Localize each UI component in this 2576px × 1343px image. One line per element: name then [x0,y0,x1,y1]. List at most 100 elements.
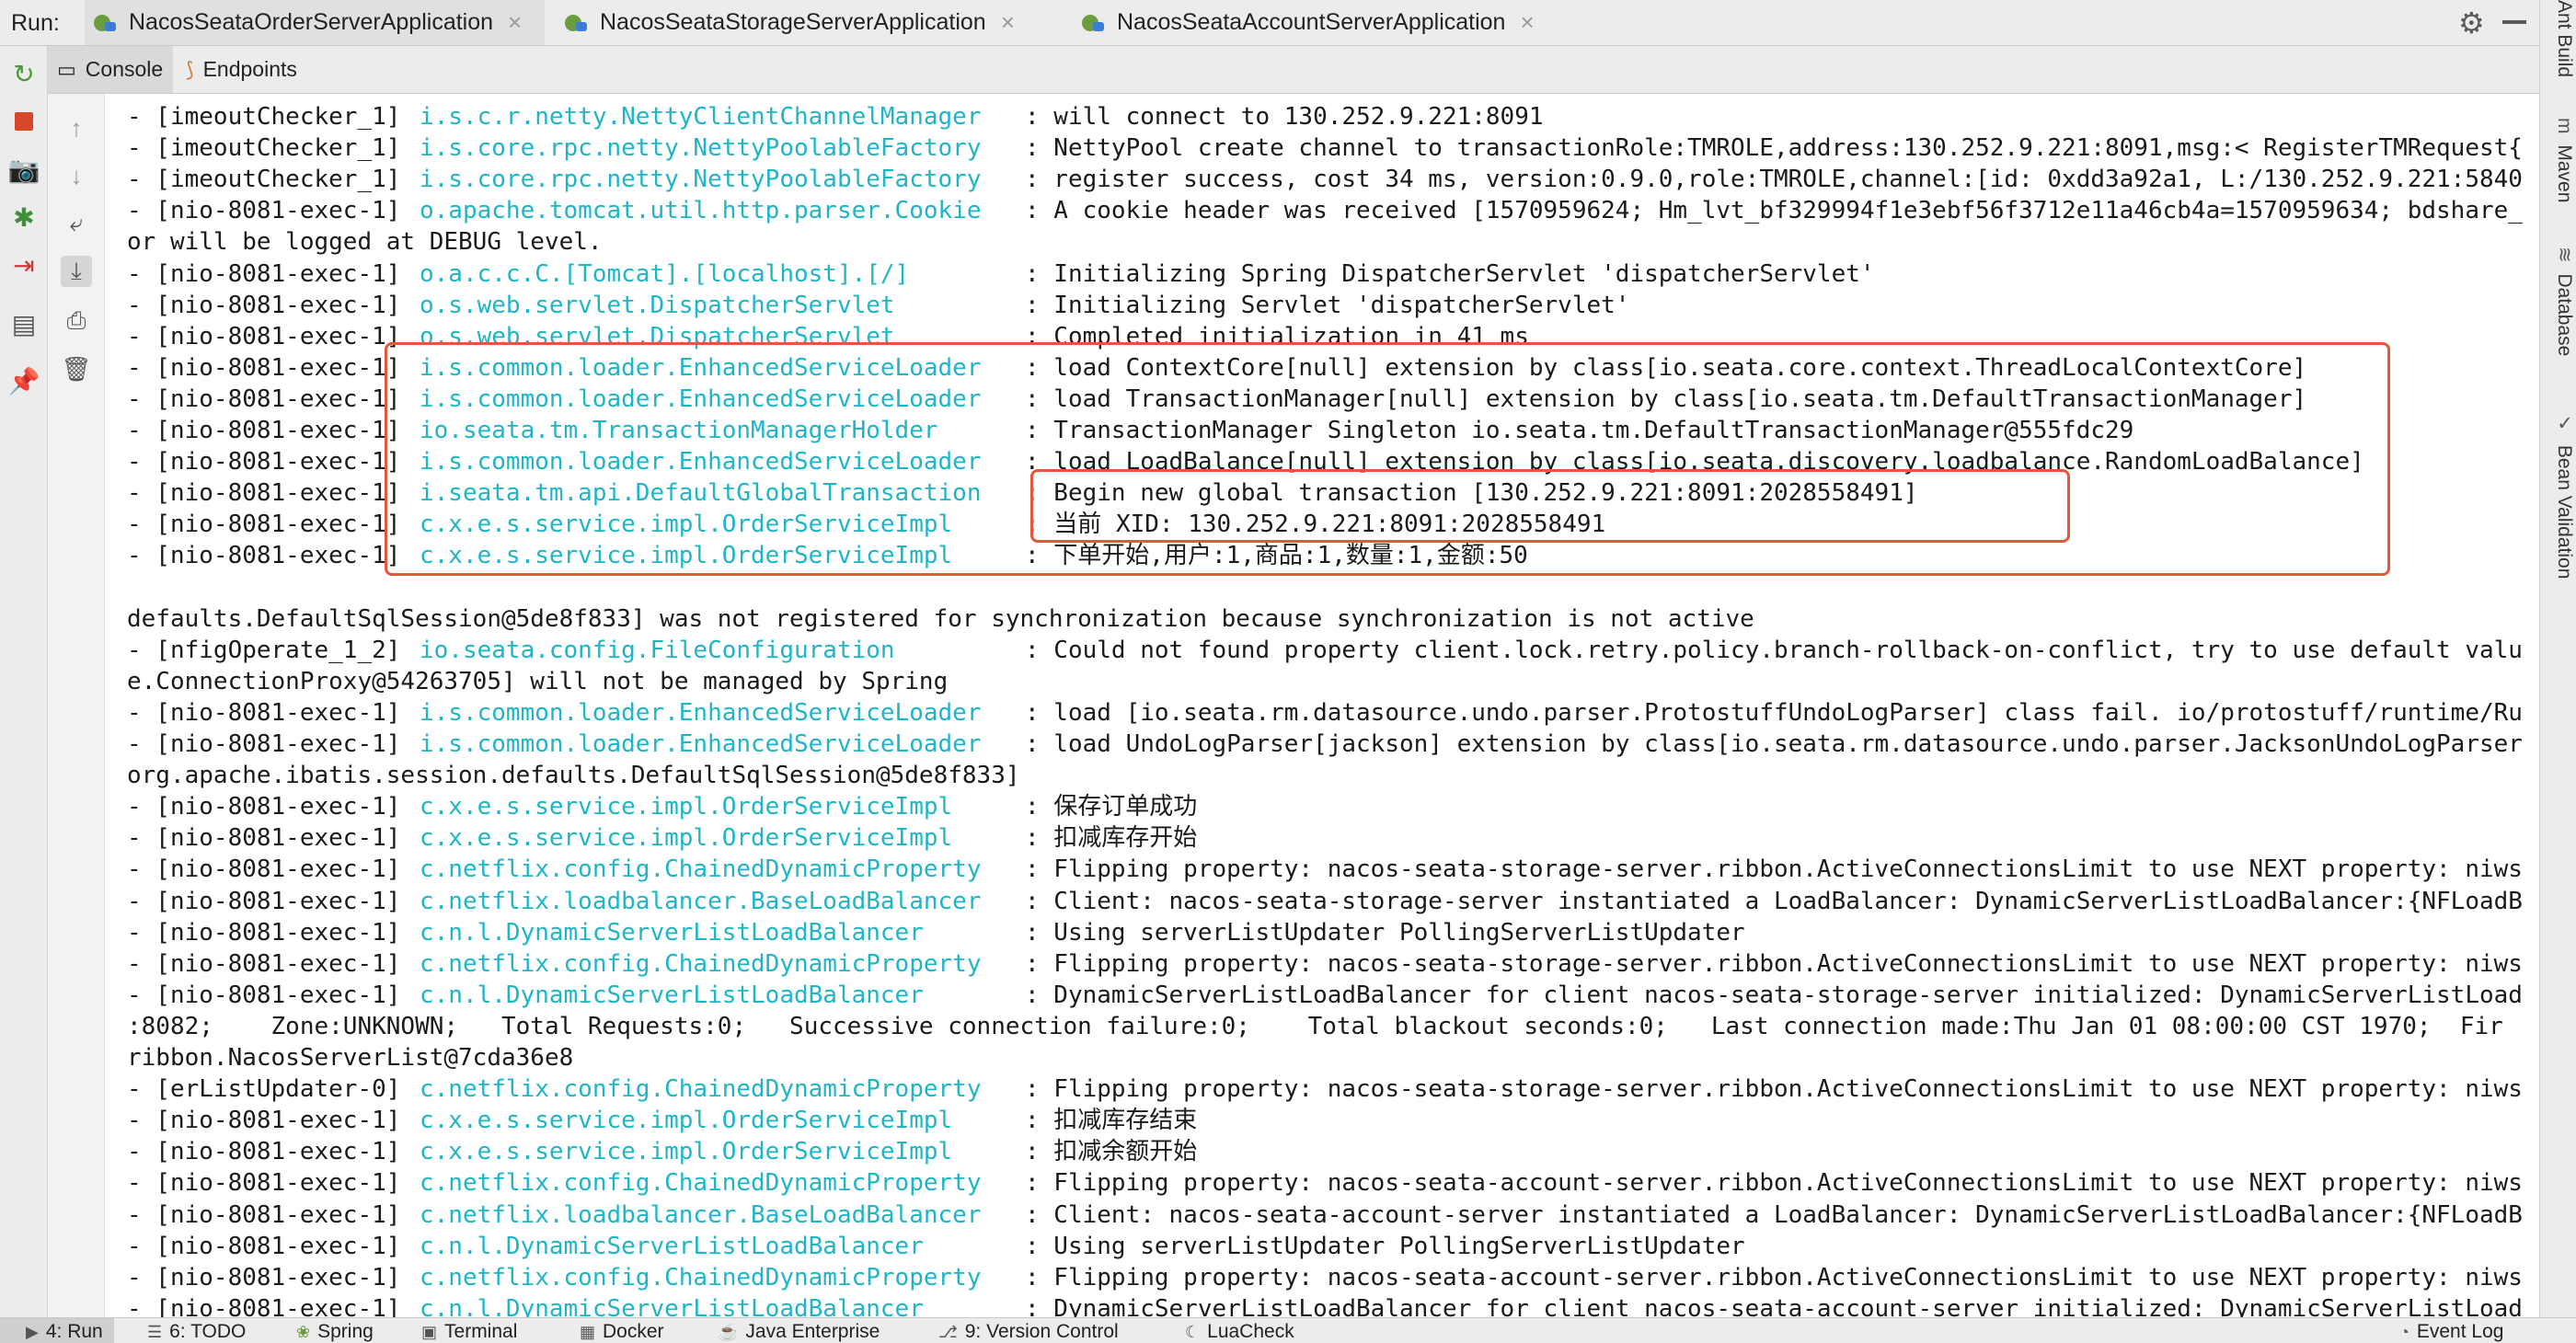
tool-luacheck[interactable]: ☾ LuaCheck [1185,1318,1294,1343]
log-message: : load UndoLogParser[jackson] extension … [1025,730,2523,758]
spring-boot-app-icon [565,13,589,33]
stop-icon[interactable] [9,107,39,136]
scroll-to-end-icon[interactable]: ⤓ [61,256,92,287]
tool-java-enterprise[interactable]: ☕ Java Enterprise [718,1318,880,1343]
run-tab-order-server[interactable]: NacosSeataOrderServerApplication × [85,0,545,45]
log-thread: - [nio-8081-exec-1] [127,291,401,319]
minimize-icon[interactable] [2502,20,2526,24]
run-tab-label: NacosSeataStorageServerApplication [600,9,986,35]
tool-docker[interactable]: ▦ Docker [580,1318,664,1343]
log-thread: - [nio-8081-exec-1] [127,542,401,570]
console-side-toolbar: ↑ ↓ ⤶ ⤓ ⎙ 🗑 [48,94,105,1317]
log-logger[interactable]: c.netflix.loadbalancer.BaseLoadBalancer [420,886,981,917]
log-logger[interactable]: o.apache.tomcat.util.http.parser.Cookie [420,195,981,226]
log-logger[interactable]: i.s.common.loader.EnhancedServiceLoader [420,729,981,760]
log-logger[interactable]: i.s.common.loader.EnhancedServiceLoader [420,697,981,729]
highlight-box-inner [1030,469,2070,543]
console-icon: ▭ [57,57,76,81]
log-logger[interactable]: c.netflix.loadbalancer.BaseLoadBalancer [420,1200,981,1231]
log-thread: - [nio-8081-exec-1] [127,353,401,382]
close-icon[interactable]: × [1001,8,1015,37]
tool-maven[interactable]: m Maven [2542,118,2575,202]
log-logger[interactable]: c.n.l.DynamicServerListLoadBalancer [420,1231,924,1262]
log-logger[interactable]: i.s.c.r.netty.NettyClientChannelManager [420,101,981,132]
log-thread: - [nio-8081-exec-1] [127,1138,401,1166]
log-logger[interactable]: c.x.e.s.service.impl.OrderServiceImpl [420,822,952,854]
pin-icon[interactable]: 📌 [8,366,40,396]
tool-ant-build[interactable]: Ant Build [2542,0,2575,77]
log-logger[interactable]: io.seata.config.FileConfiguration [420,635,895,666]
print-icon[interactable]: ⎙ [61,305,92,337]
tool-label: 6: TODO [169,1321,247,1342]
log-logger[interactable]: o.s.web.servlet.DispatcherServlet [420,290,895,321]
log-continuation: :8082; Zone:UNKNOWN; Total Requests:0; S… [127,1012,2503,1040]
rerun-icon[interactable]: ↻ [9,59,39,88]
tab-console[interactable]: ▭ Console [48,46,173,93]
down-arrow-icon[interactable]: ↓ [61,160,92,191]
run-tab-label: NacosSeataOrderServerApplication [129,9,494,35]
log-thread: - [nio-8081-exec-1] [127,385,401,413]
log-message: : Using serverListUpdater PollingServerL… [1025,1232,1745,1260]
console-output[interactable]: - [imeoutChecker_1] i.s.c.r.netty.NettyCl… [105,94,2539,1317]
log-thread: - [nio-8081-exec-1] [127,479,401,508]
up-arrow-icon[interactable]: ↑ [61,112,92,143]
log-logger[interactable]: i.s.core.rpc.netty.NettyPoolableFactory [420,164,981,195]
log-continuation: or will be logged at DEBUG level. [127,228,603,257]
terminal-icon: ▣ [421,1323,438,1341]
close-icon[interactable]: × [508,8,522,37]
close-icon[interactable]: × [1520,8,1534,37]
camera-icon[interactable]: 📷 [8,155,40,184]
tool-bean-validation[interactable]: ✓ Bean Validation [2542,412,2575,579]
log-thread: - [nio-8081-exec-1] [127,981,401,1009]
tab-label: Endpoints [202,57,297,81]
trash-icon[interactable]: 🗑 [61,353,92,385]
log-thread: - [imeoutChecker_1] [127,166,401,194]
tool-spring[interactable]: ❀ Spring [296,1318,374,1343]
maven-icon: m [2554,118,2575,134]
log-logger[interactable]: i.s.core.rpc.netty.NettyPoolableFactory [420,132,981,164]
run-icon: ▶ [26,1323,39,1341]
tool-label: Event Log [2416,1321,2504,1342]
run-label: Run: [11,10,60,36]
log-logger[interactable]: o.a.c.c.C.[Tomcat].[localhost].[/] [420,258,909,290]
log-thread: - [erListUpdater-0] [127,1075,401,1104]
log-logger[interactable]: c.n.l.DynamicServerListLoadBalancer [420,1293,924,1317]
tool-event-log[interactable]: ◔ Event Log [2399,1318,2503,1343]
event-log-icon: ◔ [2399,1323,2409,1341]
log-logger[interactable]: c.netflix.config.ChainedDynamicProperty [420,1073,981,1105]
log-continuation: defaults.DefaultSqlSession@5de8f833] was… [127,604,1754,633]
gear-icon[interactable]: ⚙ [2458,6,2485,40]
todo-icon: ☰ [147,1323,163,1341]
log-logger[interactable]: c.n.l.DynamicServerListLoadBalancer [420,980,924,1011]
tool-database[interactable]: ≋ Database [2542,247,2575,356]
console-tab-bar: ▭ Console ⟆ Endpoints [48,46,2539,94]
log-logger[interactable]: c.x.e.s.service.impl.OrderServiceImpl [420,1136,952,1167]
log-message: : Flipping property: nacos-seata-storage… [1025,855,2523,884]
tool-todo[interactable]: ☰ 6: TODO [147,1318,246,1343]
log-thread: - [nio-8081-exec-1] [127,793,401,821]
log-logger[interactable]: c.netflix.config.ChainedDynamicProperty [420,854,981,885]
run-tab-account-server[interactable]: NacosSeataAccountServerApplication × [1073,0,1560,45]
soft-wrap-icon[interactable]: ⤶ [61,208,92,239]
layout-icon[interactable]: ▤ [9,309,39,339]
log-logger[interactable]: c.netflix.config.ChainedDynamicProperty [420,1262,981,1293]
tool-run[interactable]: ▶ 4: Run [0,1318,114,1343]
debug-bug-icon[interactable]: ✱ [9,202,39,232]
tab-endpoints[interactable]: ⟆ Endpoints [177,46,333,93]
tool-terminal[interactable]: ▣ Terminal [421,1318,517,1343]
spring-boot-app-icon [1082,13,1106,33]
log-logger[interactable]: c.n.l.DynamicServerListLoadBalancer [420,917,924,948]
bottom-tool-window-bar: ▶ 4: Run ☰ 6: TODO ❀ Spring ▣ Terminal ▦ Dock… [0,1317,2576,1343]
log-message: : DynamicServerListLoadBalancer for clie… [1025,1294,2523,1317]
exit-icon[interactable]: ⇥ [9,250,39,280]
log-logger[interactable]: c.netflix.config.ChainedDynamicProperty [420,948,981,980]
tool-label: Maven [2554,144,2575,203]
log-logger[interactable]: c.x.e.s.service.impl.OrderServiceImpl [420,791,952,822]
log-continuation: org.apache.ibatis.session.defaults.Defau… [127,762,1020,790]
log-message: : Flipping property: nacos-seata-account… [1025,1263,2523,1291]
tool-version-control[interactable]: ⎇ 9: Version Control [938,1318,1119,1343]
log-logger[interactable]: c.netflix.config.ChainedDynamicProperty [420,1167,981,1199]
log-thread: - [nio-8081-exec-1] [127,322,401,350]
log-logger[interactable]: c.x.e.s.service.impl.OrderServiceImpl [420,1105,952,1136]
run-tab-storage-server[interactable]: NacosSeataStorageServerApplication × [556,0,1043,45]
